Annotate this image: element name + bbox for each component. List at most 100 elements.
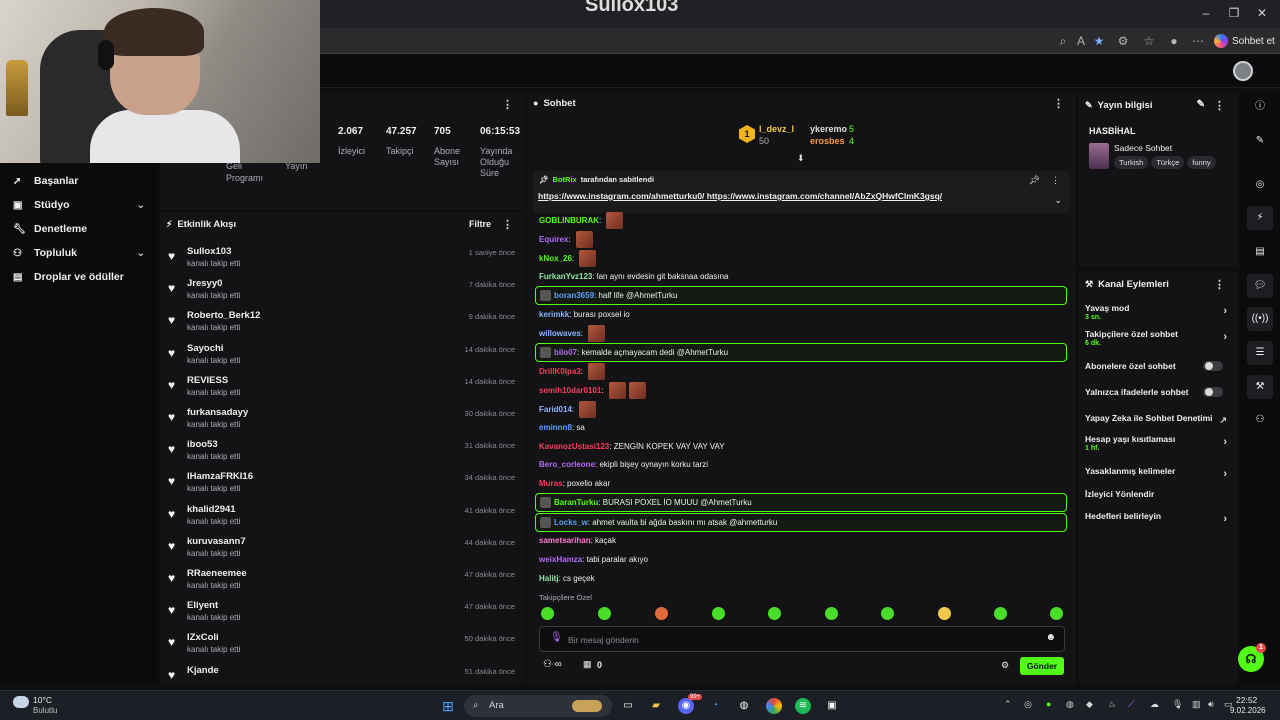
leader-name[interactable]: erosbes: [810, 136, 845, 146]
read-aloud-icon[interactable]: A: [1073, 33, 1089, 49]
channel-action-item[interactable]: Yapay Zeka ile Sohbet Denetimi ↗: [1085, 413, 1231, 425]
infinity-points-icon[interactable]: ⚇ ∞: [543, 659, 562, 670]
kebab-menu-icon[interactable]: ⋮: [502, 98, 513, 111]
channel-action-item[interactable]: Yalnızca ifadelerle sohbet: [1085, 387, 1231, 397]
channel-action-item[interactable]: Hesap yaşı kısıtlaması 1 hf. ›: [1085, 434, 1231, 452]
chat-message[interactable]: KavanozUstasi123: ZENGİN KOPEK VAY VAY V…: [535, 437, 1067, 456]
more-icon[interactable]: ⋯: [1190, 33, 1206, 49]
stream-category[interactable]: Sadece Sohbet: [1114, 143, 1172, 153]
chat-message[interactable]: FurkanYvz123: lan aynı evdesin git baksn…: [535, 267, 1067, 286]
tray-app-icon[interactable]: ◍: [1066, 699, 1074, 710]
chat-message[interactable]: boran3659: half life @AhmetTurku: [535, 286, 1067, 305]
activity-username[interactable]: khalid2941: [187, 504, 236, 515]
tray-app-icon[interactable]: ☁: [1150, 699, 1159, 710]
gift-icon[interactable]: ▦: [583, 659, 592, 670]
chat-username[interactable]: Farid014: [539, 405, 572, 414]
kebab-menu-icon[interactable]: ⋮: [1051, 175, 1060, 186]
chat-username[interactable]: Locks_w: [554, 518, 588, 527]
activity-username[interactable]: IHamzaFRKI16: [187, 471, 253, 482]
chat-message[interactable]: eminnn8: sa: [535, 418, 1067, 437]
tray-app-icon[interactable]: ●: [1046, 699, 1051, 709]
task-view-icon[interactable]: ▭: [620, 698, 636, 714]
chat-username[interactable]: FurkanYvz123: [539, 272, 592, 281]
help-button[interactable]: ☊ 1: [1238, 643, 1266, 672]
clock-time[interactable]: 22:52: [1236, 695, 1257, 705]
minimize-button[interactable]: –: [1196, 6, 1216, 22]
favorites-icon[interactable]: ☆: [1141, 33, 1157, 49]
channel-action-item[interactable]: Takipçilere özel sohbet 6 dk. ›: [1085, 329, 1231, 347]
sidebar-item-topluluk[interactable]: ⚇ Topluluk ⌄: [0, 242, 158, 264]
send-button[interactable]: Gönder: [1020, 657, 1064, 675]
kebab-menu-icon[interactable]: ⋮: [1214, 99, 1225, 112]
channel-action-item[interactable]: Yavaş mod 3 sn. ›: [1085, 303, 1231, 321]
zoom-icon[interactable]: ⌕: [1055, 33, 1071, 49]
spotify-icon[interactable]: ≋: [795, 698, 811, 714]
extensions-icon[interactable]: ⚙: [1115, 33, 1131, 49]
chat-message[interactable]: weixHamza: tabi paralar akıyo: [535, 550, 1067, 569]
chat-message[interactable]: DrillK0lpa3:: [535, 362, 1067, 381]
chat-message[interactable]: Halitj: cs geçek: [535, 569, 1067, 588]
activity-username[interactable]: furkansadayy: [187, 407, 248, 418]
target-icon[interactable]: ◎: [1247, 173, 1273, 197]
activity-item[interactable]: ♥ kuruvasann7 kanalı takip etti 44 dakika ö…: [160, 534, 525, 564]
chat-username[interactable]: sametsarihan: [539, 536, 591, 545]
chat-icon[interactable]: 💬︎: [1247, 274, 1273, 298]
chrome-icon[interactable]: [766, 698, 782, 714]
copilot-button[interactable]: Sohbet et: [1214, 32, 1275, 50]
chat-message[interactable]: GOBLINBURAK:: [535, 211, 1067, 230]
share-icon[interactable]: ⚇: [1247, 408, 1273, 432]
emote-icon[interactable]: [825, 607, 838, 620]
channel-action-item[interactable]: Hedefleri belirleyin ›: [1085, 511, 1231, 525]
chat-message[interactable]: semih10dar0101:: [535, 381, 1067, 400]
edge-icon[interactable]: ◔: [707, 698, 723, 714]
activity-username[interactable]: REVIESS: [187, 375, 228, 386]
sidebar-item-denetleme[interactable]: 🔧︎ Denetleme: [0, 218, 158, 240]
chat-input-box[interactable]: 🎙︎ ☻: [539, 626, 1065, 652]
category-thumbnail[interactable]: [1089, 143, 1109, 169]
chat-message[interactable]: Farid014:: [535, 400, 1067, 419]
activity-item[interactable]: ♥ furkansadayy kanalı takip etti 30 dakika …: [160, 405, 525, 435]
activity-item[interactable]: ♥ Sayochi kanalı takip etti 14 dakika önce: [160, 341, 525, 371]
pinned-message[interactable]: 📌︎ BotRix tarafından sabitlendi https://…: [533, 171, 1070, 213]
chat-message[interactable]: sametsarihan: kaçak: [535, 531, 1067, 550]
clipboard-icon[interactable]: ▤: [1247, 240, 1273, 264]
profile-icon[interactable]: ●: [1166, 33, 1182, 49]
chat-username[interactable]: weixHamza: [539, 555, 582, 564]
emote-icon[interactable]: [1050, 607, 1063, 620]
chat-message[interactable]: willowaves:: [535, 324, 1067, 343]
chat-username[interactable]: willowaves: [539, 329, 581, 338]
chat-username[interactable]: GOBLINBURAK: [539, 216, 599, 225]
activity-item[interactable]: ♥ iboo53 kanalı takip etti 31 dakika önce: [160, 437, 525, 467]
chat-message[interactable]: kNox_26:: [535, 249, 1067, 268]
activity-username[interactable]: kuruvasann7: [187, 536, 246, 547]
tray-app-icon[interactable]: ◎: [1024, 699, 1032, 710]
activity-item[interactable]: ♥ RRaeneemee kanalı takip etti 47 dakika ön…: [160, 566, 525, 596]
chat-username[interactable]: DrillK0lpa3: [539, 367, 581, 376]
maximize-button[interactable]: ❐: [1224, 6, 1244, 22]
pinned-links[interactable]: https://www.instagram.com/ahmetturku0/ h…: [538, 191, 942, 201]
chat-username[interactable]: BaranTurku: [554, 498, 598, 507]
app-icon[interactable]: ◍: [736, 698, 752, 714]
activity-username[interactable]: Jresyy0: [187, 278, 222, 289]
avatar[interactable]: [1233, 61, 1253, 81]
activity-item[interactable]: ♥ Jresyy0 kanalı takip etti 7 dakika önce: [160, 276, 525, 306]
emote-icon[interactable]: [881, 607, 894, 620]
leader-name[interactable]: l_devz_l: [759, 124, 794, 134]
kebab-menu-icon[interactable]: ⋮: [1053, 97, 1064, 110]
tray-app-icon[interactable]: ♨: [1108, 699, 1116, 710]
activity-username[interactable]: IZxColi: [187, 632, 219, 643]
kebab-menu-icon[interactable]: ⋮: [1214, 278, 1225, 291]
weather-desc[interactable]: Bulutlu: [33, 706, 57, 715]
taskbar-search[interactable]: ⌕ Ara: [464, 695, 612, 717]
sidebar-item-droplar[interactable]: ▤ Droplar ve ödüller: [0, 266, 158, 288]
emote-icon[interactable]: [994, 607, 1007, 620]
tag[interactable]: Turkish: [1114, 156, 1149, 169]
chat-username[interactable]: eminnn8: [539, 423, 572, 432]
layout-icon[interactable]: ☰: [1247, 341, 1273, 365]
clock-date[interactable]: 9.02.2026: [1230, 706, 1266, 715]
broadcast-icon[interactable]: ((•)): [1247, 307, 1273, 331]
chevron-down-icon[interactable]: ⌄: [1054, 195, 1062, 206]
activity-item[interactable]: ♥ Kjande 51 dakika önce: [160, 663, 525, 693]
activity-username[interactable]: iboo53: [187, 439, 218, 450]
chat-username[interactable]: Equirex: [539, 235, 568, 244]
